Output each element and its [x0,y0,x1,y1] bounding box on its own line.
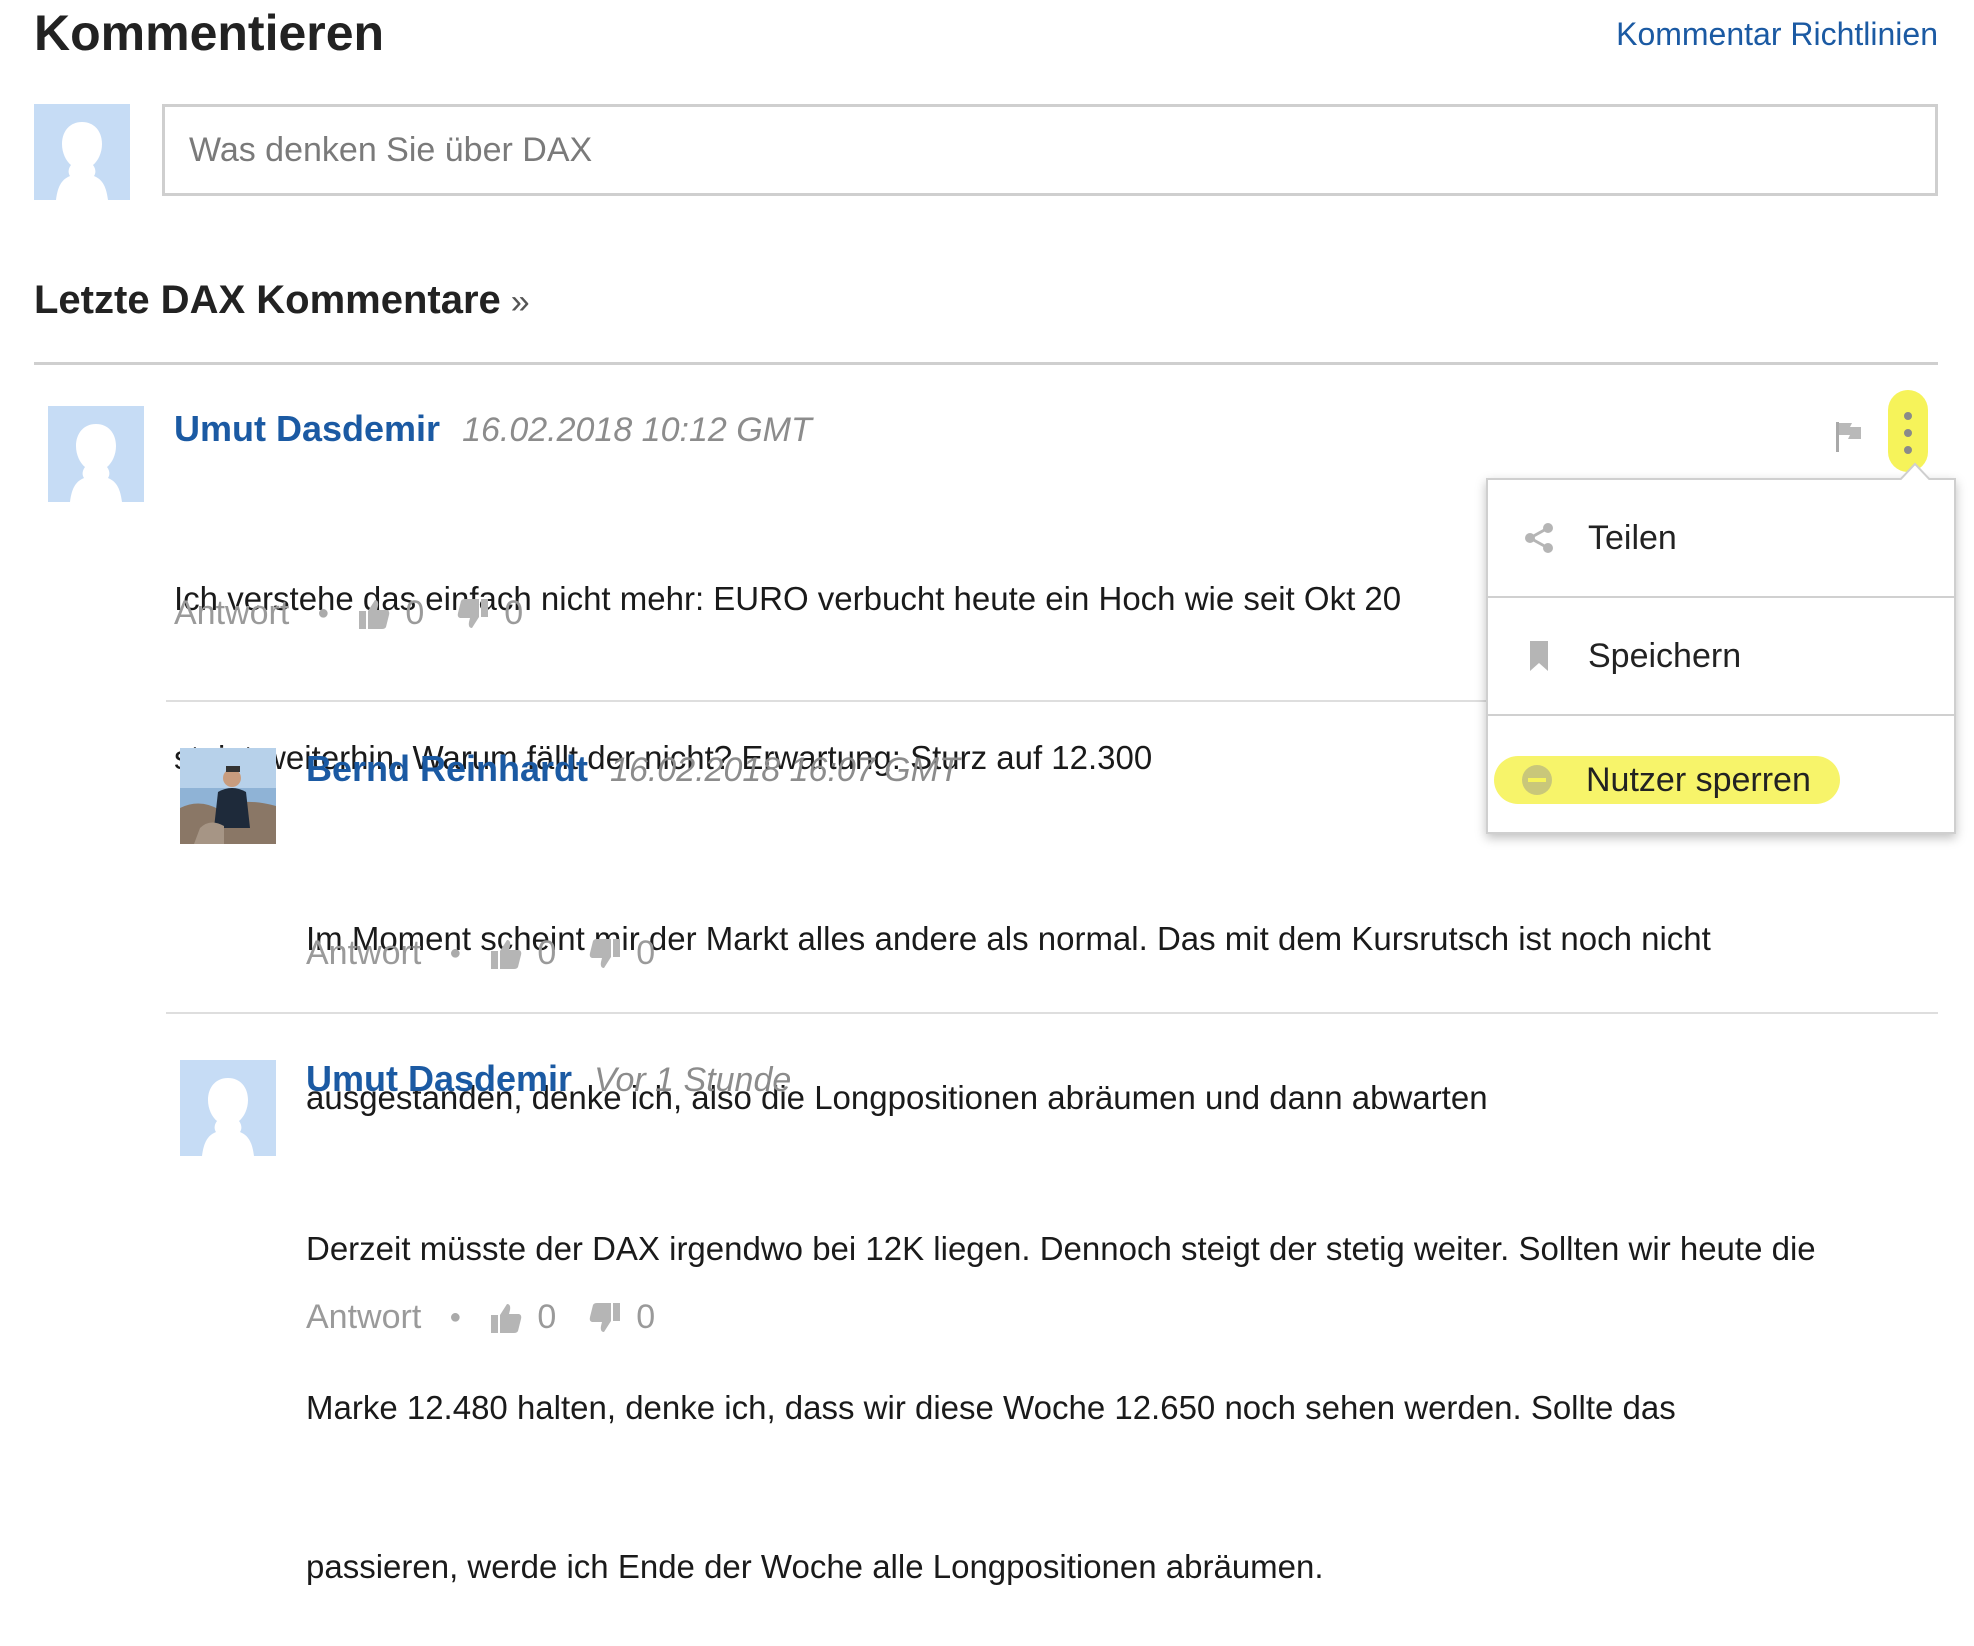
comment-author[interactable]: Umut Dasdemir [306,1058,572,1099]
thumbs-up-icon[interactable] [357,597,391,631]
dislike-count: 0 [504,594,524,632]
comment-author[interactable]: Bernd Reinhardt [306,748,588,789]
comment-header: Bernd Reinhardt 16.02.2018 16:07 GMT [306,748,960,790]
like-count: 0 [405,594,425,632]
comment-time: Vor 1 Stunde [594,1061,792,1099]
menu-item-label: Speichern [1588,636,1742,675]
comment-time: 16.02.2018 16:07 GMT [610,751,960,789]
comment-actions: Antwort ● 0 0 [306,1298,687,1337]
menu-item-block-user-content[interactable]: Nutzer sperren [1486,722,1952,838]
reply-button[interactable]: Antwort [306,934,421,973]
separator-dot: ● [317,602,330,624]
comment-author[interactable]: Umut Dasdemir [174,408,440,449]
thumbs-up-icon[interactable] [489,1301,523,1335]
reply-button[interactable]: Antwort [306,1298,421,1337]
default-avatar-icon [48,406,144,502]
menu-pointer-icon [1898,462,1932,482]
thumbs-up-icon[interactable] [489,937,523,971]
like-count: 0 [537,1298,557,1336]
comment-text: Derzeit müsste der DAX irgendwo bei 12K … [306,1116,1946,1646]
menu-item-label: Nutzer sperren [1586,760,1811,799]
menu-item-save[interactable]: Speichern [1488,598,1954,714]
avatar[interactable] [48,406,144,502]
reply-button[interactable]: Antwort [174,594,289,633]
menu-item-label: Teilen [1588,518,1677,557]
current-user-avatar [34,104,130,200]
thumbs-down-icon[interactable] [456,597,490,631]
default-avatar-icon [34,104,130,200]
thumbs-down-icon[interactable] [588,1301,622,1335]
comment-actions: Antwort ● 0 0 [174,594,555,633]
comment-text-line: passieren, werde ich Ende der Woche alle… [306,1548,1324,1585]
share-icon [1525,523,1553,553]
user-photo-icon [180,748,276,844]
thumbs-down-icon[interactable] [588,937,622,971]
default-avatar-icon [180,1060,276,1156]
comment-text-line: Derzeit müsste der DAX irgendwo bei 12K … [306,1230,1816,1267]
separator-dot: ● [449,1306,462,1328]
double-arrow-icon: » [510,283,530,321]
page-title: Kommentieren [34,5,385,61]
block-icon [1522,765,1552,795]
comment-actions: Antwort ● 0 0 [306,934,687,973]
comment-text-line: Marke 12.480 halten, denke ich, dass wir… [306,1389,1676,1426]
avatar[interactable] [180,748,276,844]
divider [166,1012,1938,1014]
divider [34,362,1938,365]
menu-item-share[interactable]: Teilen [1488,480,1954,596]
more-options-icon[interactable] [1900,408,1916,458]
comment-header: Umut Dasdemir Vor 1 Stunde [306,1058,791,1100]
bookmark-icon [1530,641,1548,671]
dislike-count: 0 [636,1298,656,1336]
avatar[interactable] [180,1060,276,1156]
comment-guidelines-link[interactable]: Kommentar Richtlinien [1616,16,1938,53]
recent-comments-title: Letzte DAX Kommentare [34,278,501,322]
dislike-count: 0 [636,934,656,972]
separator-dot: ● [449,942,462,964]
like-count: 0 [537,934,557,972]
flag-icon[interactable] [1834,420,1864,454]
comment-header: Umut Dasdemir 16.02.2018 10:12 GMT [174,408,812,450]
comment-input[interactable]: Was denken Sie über DAX [162,104,1938,196]
recent-comments-heading[interactable]: Letzte DAX Kommentare» [34,278,530,323]
comment-time: 16.02.2018 10:12 GMT [462,411,812,449]
